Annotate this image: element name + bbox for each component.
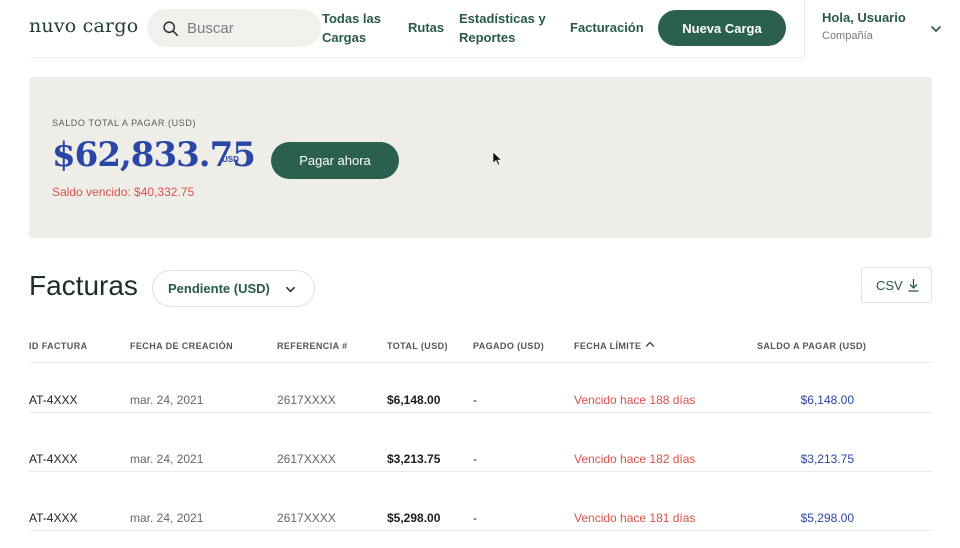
- user-company: Compañía: [822, 30, 873, 42]
- col-header-paid[interactable]: PAGADO (USD): [473, 341, 544, 351]
- table-header-rule: [29, 362, 932, 363]
- search-input[interactable]: [187, 19, 307, 37]
- invoices-title: Facturas: [29, 270, 138, 301]
- status-filter-dropdown[interactable]: Pendiente (USD): [152, 270, 315, 307]
- chevron-down-icon: [286, 286, 295, 293]
- nav-estadisticas-reportes[interactable]: Estadísticas y Reportes: [459, 9, 559, 47]
- balance-label: SALDO TOTAL A PAGAR (USD): [52, 118, 197, 128]
- cell-due-status: Vencido hace 182 días: [574, 452, 696, 466]
- cell-paid: -: [473, 452, 477, 466]
- mouse-cursor-icon: [493, 152, 503, 166]
- header-rule: [29, 57, 804, 58]
- cell-paid: -: [473, 393, 477, 407]
- download-icon: [908, 279, 919, 292]
- cell-total: $3,213.75: [387, 452, 441, 466]
- sort-ascending-icon[interactable]: [645, 339, 655, 349]
- col-header-balance[interactable]: SALDO A PAGAR (USD): [757, 341, 866, 351]
- col-header-id[interactable]: ID FACTURA: [29, 341, 88, 351]
- pay-now-button[interactable]: Pagar ahora: [271, 142, 399, 179]
- col-header-due-date[interactable]: FECHA LÍMITE: [574, 341, 641, 351]
- header-divider: [804, 0, 805, 58]
- nav-facturacion[interactable]: Facturación: [570, 18, 644, 37]
- cell-due-status: Vencido hace 181 días: [574, 511, 696, 525]
- chevron-down-icon[interactable]: [929, 22, 943, 36]
- cell-balance: $6,148.00: [800, 393, 854, 407]
- overdue-balance: Saldo vencido: $40,332.75: [52, 185, 195, 199]
- col-header-total[interactable]: TOTAL (USD): [387, 341, 448, 351]
- csv-download-button[interactable]: CSV: [861, 267, 932, 303]
- search-box[interactable]: [147, 9, 321, 47]
- cell-reference: 2617XXXX: [277, 452, 336, 466]
- cell-id[interactable]: AT-4XXX: [29, 452, 77, 466]
- user-greeting[interactable]: Hola, Usuario: [822, 10, 906, 25]
- cell-total: $5,298.00: [387, 511, 441, 525]
- cell-created: mar. 24, 2021: [130, 452, 204, 466]
- filter-selected-value: Pendiente (USD): [168, 281, 270, 296]
- top-bar: nuvo cargo Todas las Cargas Rutas Estadí…: [0, 0, 960, 58]
- col-header-created[interactable]: FECHA DE CREACIÓN: [130, 341, 233, 351]
- cell-balance: $5,298.00: [800, 511, 854, 525]
- nav-rutas[interactable]: Rutas: [408, 18, 444, 37]
- cell-paid: -: [473, 511, 477, 525]
- cell-id[interactable]: AT-4XXX: [29, 511, 77, 525]
- cell-created: mar. 24, 2021: [130, 511, 204, 525]
- cell-created: mar. 24, 2021: [130, 393, 204, 407]
- balance-currency: USD: [222, 155, 239, 164]
- table-row-rule: [29, 412, 932, 413]
- cell-id[interactable]: AT-4XXX: [29, 393, 77, 407]
- col-header-reference[interactable]: REFERENCIA #: [277, 341, 347, 351]
- cell-total: $6,148.00: [387, 393, 441, 407]
- cell-balance: $3,213.75: [800, 452, 854, 466]
- cell-reference: 2617XXXX: [277, 393, 336, 407]
- cell-reference: 2617XXXX: [277, 511, 336, 525]
- balance-card: SALDO TOTAL A PAGAR (USD) $62,833.75 USD…: [29, 77, 932, 238]
- nav-todas-las-cargas[interactable]: Todas las Cargas: [322, 9, 392, 47]
- cell-due-status: Vencido hace 188 días: [574, 393, 696, 407]
- search-icon: [163, 20, 179, 36]
- table-row-rule: [29, 530, 932, 531]
- logo[interactable]: nuvo cargo: [29, 15, 138, 37]
- csv-label: CSV: [876, 277, 903, 293]
- new-cargo-button[interactable]: Nueva Carga: [658, 10, 786, 46]
- table-row-rule: [29, 471, 932, 472]
